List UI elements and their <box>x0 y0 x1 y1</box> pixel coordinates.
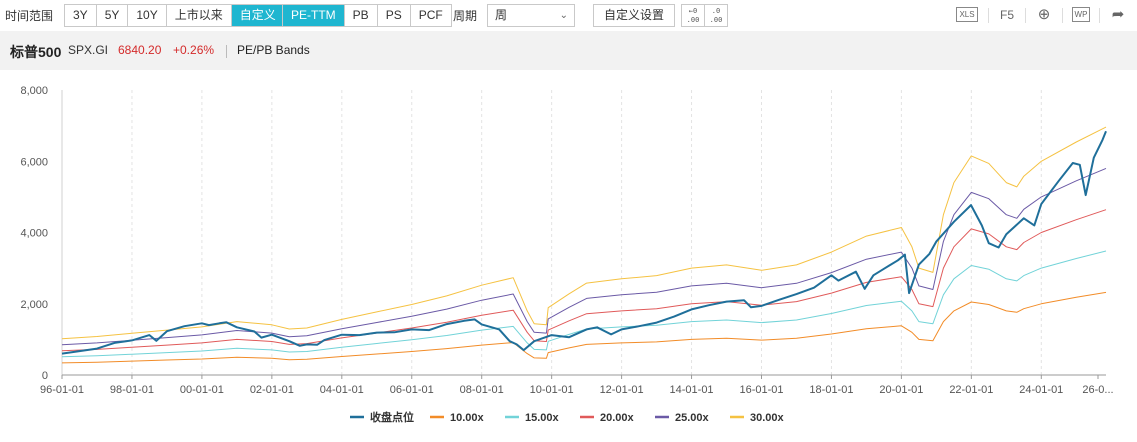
toolbar: 时间范围 3Y 5Y 10Y 上市以来 自定义 PE-TTM PB PS PCF… <box>0 0 1137 31</box>
metric-pe-ttm-button[interactable]: PE-TTM <box>283 5 345 26</box>
custom-settings-button[interactable]: 自定义设置 <box>593 4 675 27</box>
metric-pb-button[interactable]: PB <box>345 5 378 26</box>
index-code: SPX.GI <box>68 43 109 57</box>
index-change: +0.26% <box>173 43 215 57</box>
x-tick-label: 16-01-01 <box>739 384 783 396</box>
x-tick-label: 06-01-01 <box>390 384 434 396</box>
legend-label: 25.00x <box>675 412 710 424</box>
index-header: 标普500 SPX.GI 6840.20 +0.26% PE/PB Bands <box>0 31 1137 70</box>
range-5y-button[interactable]: 5Y <box>97 5 129 26</box>
series-line-1000x <box>61 291 1107 364</box>
range-10y-button[interactable]: 10Y <box>128 5 167 26</box>
range-custom-button[interactable]: 自定义 <box>231 5 284 26</box>
x-tick-label: 12-01-01 <box>600 384 644 396</box>
f5-refresh-icon[interactable]: F5 <box>994 4 1020 26</box>
x-tick-label: 20-01-01 <box>879 384 923 396</box>
x-tick-label: 08-01-01 <box>460 384 504 396</box>
time-range-group: 3Y 5Y 10Y 上市以来 自定义 <box>64 4 285 27</box>
pe-band-chart: 8,000 6,000 4,000 2,000 0 96-01-01 98-01-01 00-… <box>20 85 1113 424</box>
chevron-down-icon: ⌄ <box>559 10 568 21</box>
decimal-increase-icon[interactable]: ←0.00 <box>681 4 705 27</box>
divider <box>1062 8 1063 23</box>
y-tick-label: 8,000 <box>20 85 48 97</box>
y-tick-label: 6,000 <box>20 156 48 168</box>
x-tick-label: 22-01-01 <box>949 384 993 396</box>
x-tick-label: 04-01-01 <box>320 384 364 396</box>
share-icon[interactable]: ➦ <box>1105 4 1131 26</box>
y-tick-label: 0 <box>42 370 48 382</box>
wp-export-icon[interactable]: WP <box>1068 4 1094 26</box>
x-tick-label: 14-01-01 <box>670 384 714 396</box>
x-tick-label: 96-01-01 <box>40 384 84 396</box>
legend-label: 收盘点位 <box>370 410 414 424</box>
legend-label: 10.00x <box>450 412 485 424</box>
pe-band-panel: 时间范围 3Y 5Y 10Y 上市以来 自定义 PE-TTM PB PS PCF… <box>0 0 1137 439</box>
x-tick-label: 26-0... <box>1082 384 1113 396</box>
legend-label: 30.00x <box>750 412 785 424</box>
xls-export-icon[interactable]: XLS <box>952 4 982 26</box>
chart-area: 8,000 6,000 4,000 2,000 0 96-01-01 98-01-01 00-… <box>0 70 1137 439</box>
x-tick-label: 10-01-01 <box>530 384 574 396</box>
y-tick-label: 2,000 <box>20 299 48 311</box>
metric-ps-button[interactable]: PS <box>378 5 411 26</box>
series-line- <box>61 130 1107 355</box>
metric-group: PE-TTM PB PS PCF <box>282 4 452 27</box>
period-select[interactable]: 周 ⌄ <box>487 4 575 27</box>
y-tick-label: 4,000 <box>20 228 48 240</box>
legend-label: 15.00x <box>525 412 560 424</box>
range-3y-button[interactable]: 3Y <box>65 5 97 26</box>
time-range-label: 时间范围 <box>5 9 54 23</box>
divider <box>1025 8 1026 23</box>
decimal-decrease-icon[interactable]: .0.00 <box>704 4 728 27</box>
series-line-3000x <box>61 126 1107 340</box>
metric-pcf-button[interactable]: PCF <box>411 5 451 26</box>
index-price: 6840.20 <box>118 43 162 57</box>
chart-mode: PE/PB Bands <box>237 43 310 57</box>
divider <box>1099 8 1100 23</box>
legend-label: 20.00x <box>600 412 635 424</box>
period-label: 周期 <box>453 9 478 23</box>
x-tick-label: 02-01-01 <box>250 384 294 396</box>
header-divider <box>226 45 227 58</box>
x-tick-label: 24-01-01 <box>1019 384 1063 396</box>
x-tick-label: 18-01-01 <box>809 384 853 396</box>
period-value: 周 <box>495 8 508 22</box>
range-since-listing-button[interactable]: 上市以来 <box>167 5 232 26</box>
index-name: 标普500 <box>10 44 62 60</box>
x-tick-label: 00-01-01 <box>180 384 224 396</box>
x-tick-label: 98-01-01 <box>110 384 154 396</box>
divider <box>988 8 989 23</box>
zoom-in-icon[interactable]: ⊕ <box>1031 4 1057 26</box>
